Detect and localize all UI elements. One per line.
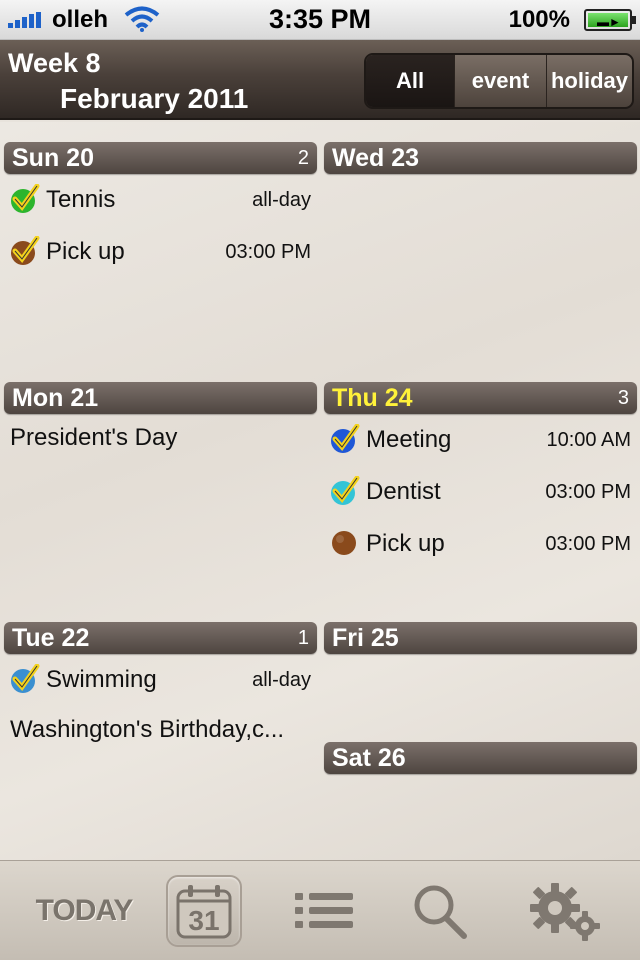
event-title: Pick up	[366, 530, 445, 557]
day-sun[interactable]: Sun 20 2 Tennis all-day Pick up 03:00 PM	[4, 142, 317, 278]
search-button[interactable]	[390, 861, 490, 960]
event-time: 03:00 PM	[545, 481, 631, 503]
day-label: Sun 20	[12, 144, 94, 172]
check-icon	[11, 236, 40, 265]
event-title: Meeting	[366, 426, 452, 453]
event-count-badge: 1	[297, 627, 309, 649]
holiday-item[interactable]: President's Day	[4, 414, 317, 466]
event-item[interactable]: Dentist 03:00 PM	[324, 466, 637, 518]
today-button[interactable]: TODAY	[0, 861, 168, 960]
event-time: all-day	[252, 669, 311, 691]
filter-holiday-button[interactable]: holiday	[546, 55, 632, 107]
day-header[interactable]: Mon 21	[4, 382, 317, 414]
bottom-toolbar: TODAY 31	[0, 860, 640, 960]
battery-icon: ▬►	[584, 9, 636, 31]
holiday-item[interactable]: Washington's Birthday,c...	[4, 706, 317, 758]
month-label: February 2011	[60, 83, 249, 114]
calendar-icon: 31	[166, 875, 242, 947]
day-label: Fri 25	[332, 624, 399, 652]
day-header[interactable]: Wed 23	[324, 142, 637, 174]
filter-event-button[interactable]: event	[454, 55, 546, 107]
calendar-tab-button[interactable]: 31	[150, 861, 258, 960]
status-bar: olleh 3:35 PM 100% ▬►	[0, 0, 640, 40]
day-fri[interactable]: Fri 25	[324, 622, 637, 654]
check-icon	[11, 664, 40, 693]
settings-button[interactable]	[510, 861, 620, 960]
check-icon	[331, 476, 360, 505]
event-item[interactable]: Swimming all-day	[4, 654, 317, 706]
day-wed[interactable]: Wed 23	[324, 142, 637, 174]
calendar-header: Week 8 February 2011 All event holiday	[0, 40, 640, 120]
day-thu[interactable]: Thu 24 3 Meeting 10:00 AM Dentist 03:00 …	[324, 382, 637, 570]
event-time: 03:00 PM	[545, 533, 631, 555]
day-label: Sat 26	[332, 744, 406, 772]
check-icon	[11, 184, 40, 213]
event-title: Pick up	[46, 238, 125, 265]
event-title: Swimming	[46, 666, 157, 693]
list-icon	[295, 893, 353, 928]
event-count-badge: 2	[297, 147, 309, 169]
event-time: all-day	[252, 189, 311, 211]
gear-icon	[530, 883, 600, 941]
today-label: TODAY	[35, 894, 134, 927]
event-item[interactable]: Pick up 03:00 PM	[4, 226, 317, 278]
battery-percentage: 100%	[508, 6, 570, 33]
dot-icon	[332, 531, 356, 555]
filter-segmented-control: All event holiday	[364, 53, 634, 109]
day-header[interactable]: Tue 22 1	[4, 622, 317, 654]
day-label: Thu 24	[332, 384, 413, 412]
day-header-today[interactable]: Thu 24 3	[324, 382, 637, 414]
calendar-day-number: 31	[188, 905, 219, 936]
day-header[interactable]: Fri 25	[324, 622, 637, 654]
day-tue[interactable]: Tue 22 1 Swimming all-day Washington's B…	[4, 622, 317, 758]
day-mon[interactable]: Mon 21 President's Day	[4, 382, 317, 466]
search-icon	[414, 885, 467, 939]
week-label: Week 8	[8, 48, 101, 78]
event-count-badge: 3	[617, 387, 629, 409]
event-time: 10:00 AM	[546, 429, 631, 451]
day-label: Tue 22	[12, 624, 90, 652]
charging-plug-icon: ▬►	[597, 15, 621, 29]
week-view: Sun 20 2 Tennis all-day Pick up 03:00 PM…	[0, 122, 640, 860]
day-label: Wed 23	[332, 144, 420, 172]
day-sat[interactable]: Sat 26	[324, 742, 637, 774]
event-title: Dentist	[366, 478, 441, 505]
event-item[interactable]: Meeting 10:00 AM	[324, 414, 637, 466]
list-view-button[interactable]	[270, 861, 380, 960]
check-icon	[331, 424, 360, 453]
filter-all-button[interactable]: All	[366, 55, 454, 107]
day-label: Mon 21	[12, 384, 99, 412]
day-header[interactable]: Sat 26	[324, 742, 637, 774]
day-header[interactable]: Sun 20 2	[4, 142, 317, 174]
event-item[interactable]: Tennis all-day	[4, 174, 317, 226]
event-item[interactable]: Pick up 03:00 PM	[324, 518, 637, 570]
event-time: 03:00 PM	[225, 241, 311, 263]
event-title: Tennis	[46, 186, 116, 213]
